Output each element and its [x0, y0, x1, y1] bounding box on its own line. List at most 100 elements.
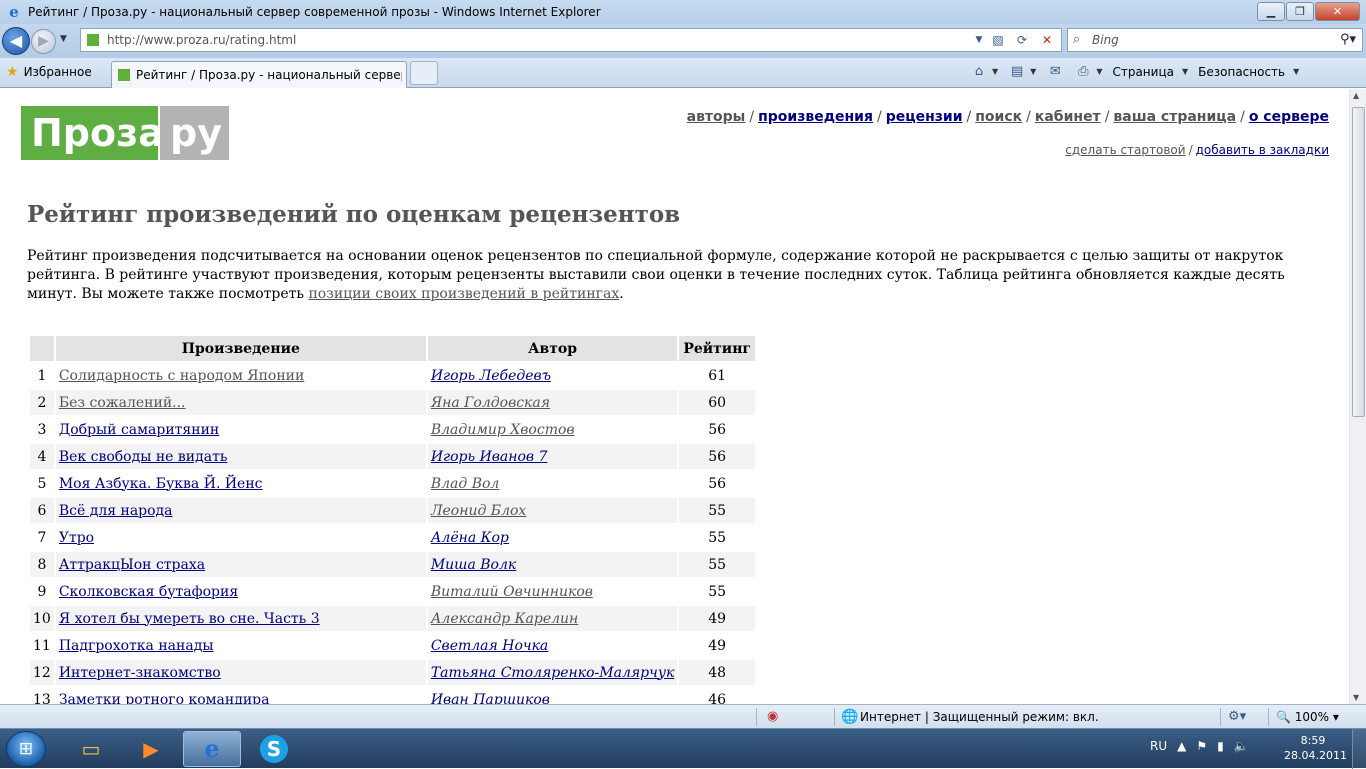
nav-link[interactable]: о сервере: [1249, 109, 1329, 125]
search-box[interactable]: ⌕ Bing ⚲▾: [1067, 28, 1363, 52]
work-link[interactable]: Утро: [59, 530, 94, 546]
clock-date: 28.04.2011: [1284, 749, 1347, 762]
page-menu[interactable]: Страница: [1112, 65, 1174, 79]
author-link[interactable]: Александр Карелин: [431, 611, 578, 627]
nav-link[interactable]: кабинет: [1035, 109, 1101, 125]
explorer-taskbar-icon[interactable]: ▭: [62, 731, 120, 767]
close-button[interactable]: ✕: [1315, 2, 1360, 21]
work-cell: Утро: [56, 525, 426, 550]
work-link[interactable]: Сколковская бутафория: [59, 584, 238, 600]
scroll-up-icon[interactable]: ▲: [1353, 91, 1359, 100]
network-icon[interactable]: ▮: [1217, 739, 1224, 753]
work-link[interactable]: Век свободы не видать: [59, 449, 228, 465]
author-link[interactable]: Влад Вол: [431, 476, 500, 492]
work-link[interactable]: Добрый самаритянин: [59, 422, 219, 438]
maximize-button[interactable]: ❐: [1286, 2, 1314, 21]
own-works-positions-link[interactable]: позиции своих произведений в рейтингах: [308, 286, 619, 302]
author-link[interactable]: Леонид Блох: [431, 503, 526, 519]
show-desktop-button[interactable]: [1352, 729, 1366, 769]
nav-link[interactable]: поиск: [975, 109, 1022, 125]
ie-taskbar-icon[interactable]: e: [183, 731, 241, 767]
vertical-scrollbar[interactable]: ▲ ▼: [1349, 89, 1366, 704]
address-bar[interactable]: http://www.proza.ru/rating.html ▼ ▧ ⟳ ✕: [80, 28, 1062, 52]
nav-link[interactable]: ваша страница: [1113, 109, 1236, 125]
site-logo[interactable]: Проза ру: [21, 106, 229, 160]
language-indicator[interactable]: RU: [1150, 739, 1167, 753]
skype-taskbar-icon[interactable]: S: [245, 731, 303, 767]
work-link[interactable]: АттракцЫон страха: [59, 557, 205, 573]
work-link[interactable]: Интернет-знакомство: [59, 665, 221, 681]
page-menu-dropdown-icon[interactable]: ▼: [1182, 67, 1188, 76]
feeds-icon[interactable]: ▤: [1008, 64, 1026, 79]
row-number: 6: [30, 498, 54, 523]
work-link[interactable]: Всё для народа: [59, 503, 173, 519]
volume-icon[interactable]: 🔈: [1234, 739, 1249, 753]
nav-link[interactable]: авторы: [687, 109, 746, 125]
address-url[interactable]: http://www.proza.ru/rating.html: [107, 33, 296, 47]
add-bookmark-link[interactable]: добавить в закладки: [1196, 143, 1329, 157]
author-link[interactable]: Виталий Овчинников: [431, 584, 593, 600]
home-icon[interactable]: ⌂: [970, 64, 988, 79]
mail-icon[interactable]: ✉: [1046, 64, 1064, 79]
start-button[interactable]: ⊞: [6, 731, 46, 767]
zoom-level[interactable]: 🔍 100% ▾: [1276, 710, 1339, 724]
author-link[interactable]: Светлая Ночка: [431, 638, 548, 654]
nav-link[interactable]: рецензии: [886, 109, 963, 125]
author-link[interactable]: Татьяна Столяренко-Малярчук: [431, 665, 674, 681]
search-go-icon[interactable]: ⚲▾: [1340, 32, 1356, 47]
author-link[interactable]: Яна Голдовская: [431, 395, 550, 411]
author-link[interactable]: Владимир Хвостов: [431, 422, 575, 438]
safety-menu[interactable]: Безопасность: [1198, 65, 1285, 79]
work-link[interactable]: Моя Азбука. Буква Й. Йенс: [59, 476, 263, 492]
security-zone-status[interactable]: Интернет | Защищенный режим: вкл.: [860, 710, 1099, 724]
work-cell: Всё для народа: [55, 498, 426, 523]
privacy-report-icon[interactable]: ◉: [767, 709, 778, 724]
print-icon[interactable]: ⎙: [1074, 64, 1092, 79]
scrollbar-thumb[interactable]: [1352, 107, 1365, 417]
author-link[interactable]: Алёна Кор: [431, 530, 509, 546]
action-center-icon[interactable]: ⚑: [1196, 739, 1207, 753]
system-tray: RU ▲ ⚑ ▮ 🔈: [1150, 739, 1259, 753]
tray-expand-icon[interactable]: ▲: [1177, 739, 1186, 753]
address-dropdown-icon[interactable]: ▼: [969, 31, 989, 49]
author-link[interactable]: Иван Паршиков: [431, 692, 550, 705]
minimize-button[interactable]: ▁: [1257, 2, 1285, 21]
system-clock[interactable]: 8:59 28.04.2011: [1284, 733, 1347, 763]
favorites-button[interactable]: ★ Избранное: [6, 64, 92, 80]
author-link[interactable]: Миша Волк: [431, 557, 516, 573]
media-player-taskbar-icon[interactable]: ▶: [122, 731, 180, 767]
home-dropdown-icon[interactable]: ▼: [992, 67, 998, 76]
tab-title: Рейтинг / Проза.ру - национальный сервер…: [136, 68, 402, 82]
print-dropdown-icon[interactable]: ▼: [1096, 67, 1102, 76]
author-cell: Леонид Блох: [427, 498, 678, 523]
safety-menu-dropdown-icon[interactable]: ▼: [1293, 67, 1299, 76]
logo-part-proza: Проза: [21, 106, 164, 160]
refresh-icon[interactable]: ⟳: [1012, 31, 1032, 49]
rating-score: 56: [708, 475, 727, 492]
work-link[interactable]: Солидарность с народом Японии: [59, 368, 305, 384]
feeds-dropdown-icon[interactable]: ▼: [1030, 67, 1036, 76]
work-link[interactable]: Падгрохотка нанады: [59, 638, 214, 654]
browser-tab[interactable]: Рейтинг / Проза.ру - национальный сервер…: [111, 61, 407, 88]
search-placeholder[interactable]: Bing: [1092, 33, 1119, 47]
compatibility-view-icon[interactable]: ▧: [988, 31, 1008, 49]
main-navigation: авторы / произведения / рецензии / поиск / кабин…: [687, 109, 1329, 125]
work-link[interactable]: Заметки ротного командира: [59, 692, 270, 705]
subnav-separator: /: [1188, 143, 1193, 157]
protected-mode-icon[interactable]: ⚙▾: [1228, 709, 1246, 724]
forward-button[interactable]: ▶: [31, 29, 56, 54]
stop-icon[interactable]: ✕: [1037, 31, 1057, 49]
nav-link[interactable]: произведения: [758, 109, 873, 125]
work-cell: Падгрохотка нанады: [56, 633, 426, 658]
new-tab-button[interactable]: [410, 61, 438, 85]
author-link[interactable]: Игорь Лебедевъ: [431, 368, 551, 384]
author-link[interactable]: Игорь Иванов 7: [431, 449, 548, 465]
table-row: 6 Всё для народа Леонид Блох 55: [30, 498, 756, 523]
author-cell: Влад Вол: [428, 471, 677, 496]
back-button[interactable]: ◀: [2, 27, 30, 55]
make-homepage-link[interactable]: сделать стартовой: [1065, 143, 1185, 157]
work-link[interactable]: Я хотел бы умереть во сне. Часть 3: [59, 611, 320, 627]
scroll-down-icon[interactable]: ▼: [1353, 693, 1359, 702]
history-dropdown-icon[interactable]: ▼: [60, 34, 67, 44]
work-link[interactable]: Без сожалений...: [59, 395, 186, 411]
